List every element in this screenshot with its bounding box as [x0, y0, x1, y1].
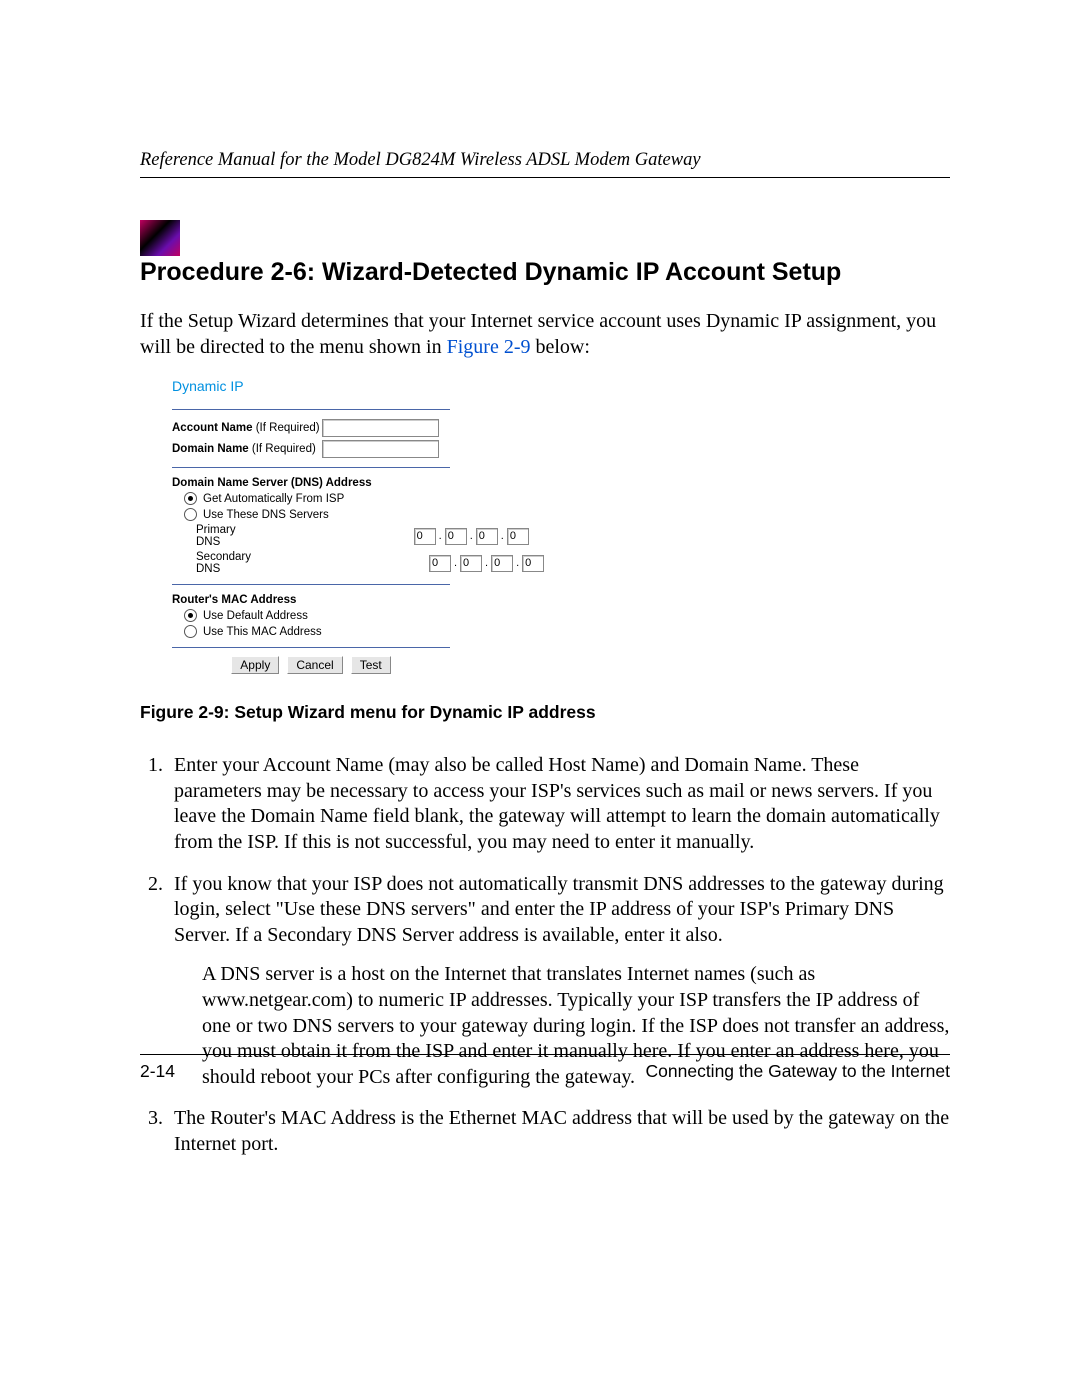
step-1: Enter your Account Name (may also be cal… [168, 753, 950, 855]
figure-caption: Figure 2-9: Setup Wizard menu for Dynami… [140, 702, 950, 723]
secondary-dns-oct3[interactable]: 0 [491, 555, 513, 572]
secondary-dns-label: Secondary DNS [196, 551, 251, 575]
steps-list: Enter your Account Name (may also be cal… [140, 753, 950, 1157]
dns-use-label: Use These DNS Servers [203, 509, 329, 521]
page-footer: 2-14 Connecting the Gateway to the Inter… [140, 1054, 950, 1082]
apply-button[interactable]: Apply [231, 656, 279, 674]
mac-default-radio[interactable] [184, 609, 197, 622]
primary-dns-oct4[interactable]: 0 [507, 528, 529, 545]
mac-section-label: Router's MAC Address [172, 594, 296, 606]
domain-name-label: Domain Name (If Required) [172, 443, 322, 455]
procedure-title: Procedure 2-6: Wizard-Detected Dynamic I… [140, 258, 950, 287]
figure-screenshot: Dynamic IP Account Name (If Required) Do… [172, 378, 950, 680]
mac-use-radio[interactable] [184, 625, 197, 638]
figure-link[interactable]: Figure 2-9 [447, 336, 531, 358]
intro-text-b: below: [531, 336, 590, 358]
primary-dns-oct1[interactable]: 0 [414, 528, 436, 545]
account-name-input[interactable] [322, 419, 439, 437]
secondary-dns-oct4[interactable]: 0 [522, 555, 544, 572]
dns-auto-label: Get Automatically From ISP [203, 493, 344, 505]
primary-dns-label: Primary DNS [196, 524, 236, 548]
test-button[interactable]: Test [351, 656, 391, 674]
dns-auto-radio[interactable] [184, 492, 197, 505]
intro-paragraph: If the Setup Wizard determines that your… [140, 309, 950, 360]
secondary-dns-oct2[interactable]: 0 [460, 555, 482, 572]
step-3: The Router's MAC Address is the Ethernet… [168, 1106, 950, 1157]
domain-name-input[interactable] [322, 440, 439, 458]
dns-section-label: Domain Name Server (DNS) Address [172, 477, 372, 489]
page-number: 2-14 [140, 1061, 175, 1082]
screen-title: Dynamic IP [172, 378, 950, 394]
primary-dns-oct3[interactable]: 0 [476, 528, 498, 545]
dns-use-radio[interactable] [184, 508, 197, 521]
chapter-title: Connecting the Gateway to the Internet [646, 1061, 951, 1082]
page-header: Reference Manual for the Model DG824M Wi… [140, 150, 950, 178]
secondary-dns-oct1[interactable]: 0 [429, 555, 451, 572]
cancel-button[interactable]: Cancel [287, 656, 342, 674]
mac-default-label: Use Default Address [203, 610, 308, 622]
primary-dns-oct2[interactable]: 0 [445, 528, 467, 545]
procedure-icon [140, 220, 180, 256]
account-name-label: Account Name (If Required) [172, 422, 322, 434]
mac-use-label: Use This MAC Address [203, 626, 322, 638]
